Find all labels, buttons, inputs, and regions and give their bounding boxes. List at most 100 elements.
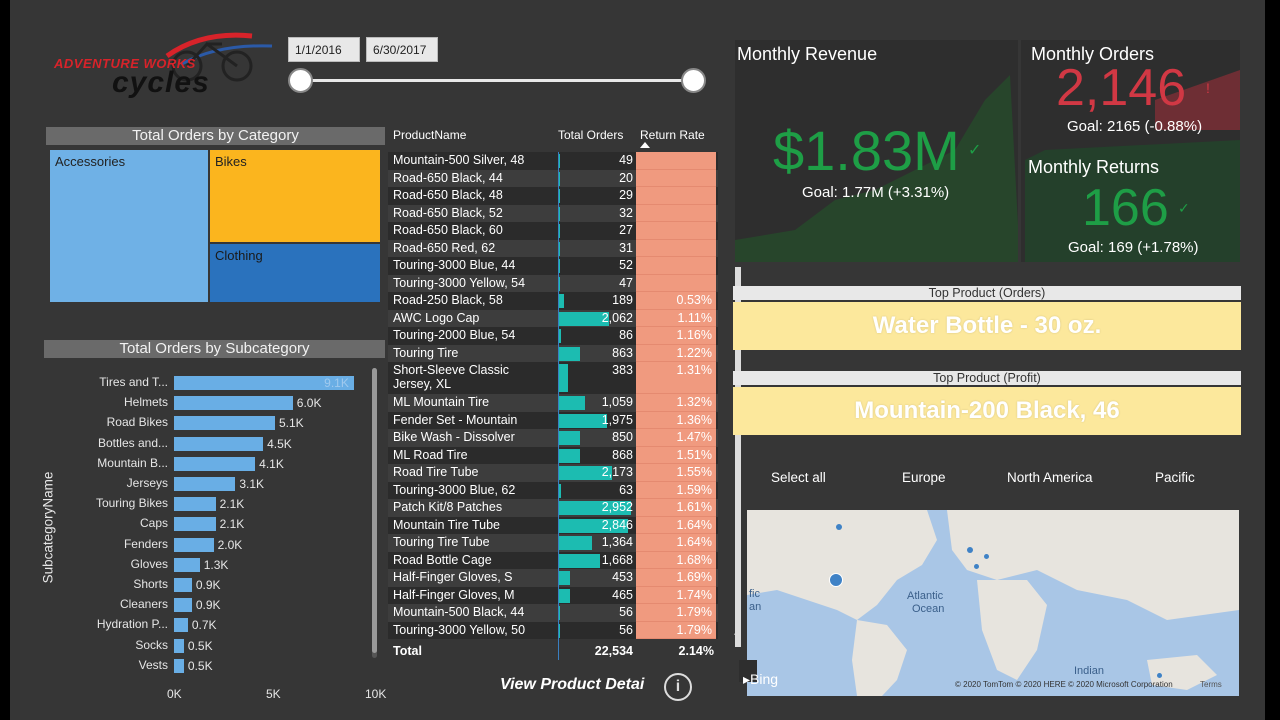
return-rate-cell: 1.61%	[636, 499, 716, 517]
bar[interactable]	[174, 396, 293, 411]
top-product-orders-card: Water Bottle - 30 oz.	[733, 302, 1241, 350]
map-bubble-australia[interactable]	[1157, 673, 1162, 678]
bar[interactable]	[174, 618, 188, 633]
col-header-total-orders[interactable]: Total Orders	[558, 128, 623, 142]
col-header-return-rate[interactable]: Return Rate	[640, 128, 705, 142]
date-range-slider-track[interactable]	[300, 79, 695, 82]
table-row[interactable]: Half-Finger Gloves, S 453 1.69%	[388, 569, 718, 587]
map-bubble-france[interactable]	[974, 564, 979, 569]
map-bubble-north-america[interactable]	[829, 573, 843, 587]
bar-category-label: Hydration P...	[96, 617, 168, 632]
bar[interactable]	[174, 517, 216, 532]
region-pacific[interactable]: Pacific	[1155, 470, 1195, 485]
return-rate-cell: 1.74%	[636, 586, 716, 604]
bar[interactable]	[174, 416, 275, 431]
table-row[interactable]: Fender Set - Mountain 1,975 1.36%	[388, 411, 718, 429]
monthly-orders-value: 2,146	[1056, 59, 1187, 117]
product-name: Touring Tire	[393, 345, 459, 360]
view-product-detail-button[interactable]: View Product Detai	[500, 676, 644, 694]
table-row[interactable]: Touring-3000 Yellow, 54 47	[388, 274, 718, 292]
total-orders-cell: 453	[612, 570, 633, 584]
table-row[interactable]: Road Bottle Cage 1,668 1.68%	[388, 551, 718, 569]
table-row[interactable]: Road-650 Black, 60 27	[388, 222, 718, 240]
map-label-ocean-fragment: an	[749, 601, 762, 613]
table-row[interactable]: Touring-3000 Blue, 44 52	[388, 257, 718, 275]
region-select-all[interactable]: Select all	[771, 470, 826, 485]
bar[interactable]	[174, 638, 184, 653]
bar[interactable]	[174, 436, 264, 451]
table-row[interactable]: Road-650 Black, 52 32	[388, 204, 718, 222]
map-terms-link[interactable]: Terms	[1200, 680, 1222, 689]
product-name: Road Bottle Cage	[393, 552, 492, 567]
subcategory-chart-title: Total Orders by Subcategory	[44, 340, 385, 358]
product-name: Fender Set - Mountain	[393, 412, 518, 427]
return-rate-cell: 1.47%	[636, 429, 716, 447]
table-row[interactable]: Touring-3000 Blue, 62 63 1.59%	[388, 481, 718, 499]
treemap-tile-bikes[interactable]: Bikes	[210, 150, 380, 242]
map-bubble-germany[interactable]	[984, 554, 989, 559]
table-row[interactable]: Touring Tire 863 1.22%	[388, 344, 718, 362]
table-row[interactable]: Road-650 Red, 62 31	[388, 239, 718, 257]
product-name: Mountain Tire Tube	[393, 517, 501, 532]
return-rate-cell: 1.32%	[636, 394, 716, 412]
map-label-indian: Indian	[1074, 665, 1104, 677]
total-orders-cell: 863	[612, 345, 633, 360]
orders-data-bar	[559, 536, 593, 550]
table-row[interactable]: Touring-3000 Yellow, 50 56 1.79%	[388, 621, 718, 639]
return-rate-cell: 1.31%	[636, 362, 716, 394]
table-row[interactable]: Patch Kit/8 Patches 2,952 1.61%	[388, 499, 718, 517]
bar[interactable]	[174, 557, 200, 572]
scroll-down-icon[interactable]: ⌄	[732, 628, 740, 639]
map-bubble-canada[interactable]	[836, 524, 842, 530]
bar[interactable]	[174, 598, 192, 613]
orders-map[interactable]: Atlantic Ocean Indian fic an © 2020 TomT…	[747, 510, 1239, 696]
date-slider-end-handle[interactable]	[681, 68, 706, 93]
table-row[interactable]: Mountain Tire Tube 2,846 1.64%	[388, 516, 718, 534]
table-row[interactable]: Mountain-500 Black, 44 56 1.79%	[388, 604, 718, 622]
bar[interactable]	[174, 658, 184, 673]
region-europe[interactable]: Europe	[902, 470, 946, 485]
bar[interactable]	[174, 477, 236, 491]
table-row[interactable]: Touring Tire Tube 1,364 1.64%	[388, 534, 718, 552]
table-row[interactable]: Mountain-500 Silver, 48 49	[388, 152, 718, 170]
bar[interactable]	[174, 578, 192, 592]
date-slider-start-handle[interactable]	[288, 68, 313, 93]
bar[interactable]	[174, 537, 214, 552]
start-date-input[interactable]: 1/1/2016	[288, 37, 360, 62]
bar[interactable]	[174, 497, 216, 512]
table-row[interactable]: Half-Finger Gloves, M 465 1.74%	[388, 586, 718, 604]
total-orders-cell: 465	[612, 587, 633, 602]
table-row[interactable]: Short-Sleeve Classic Jersey, XL 383 1.31%	[388, 362, 718, 394]
table-row[interactable]: Road Tire Tube 2,173 1.55%	[388, 464, 718, 482]
table-row[interactable]: AWC Logo Cap 2,062 1.11%	[388, 309, 718, 327]
table-row[interactable]: Road-650 Black, 44 20	[388, 169, 718, 187]
info-icon[interactable]: i	[664, 673, 692, 701]
end-date-input[interactable]: 6/30/2017	[366, 37, 438, 62]
region-north-america[interactable]: North America	[1007, 470, 1093, 485]
map-bubble-uk[interactable]	[967, 547, 973, 553]
orders-data-bar	[559, 206, 560, 221]
bar[interactable]	[174, 456, 256, 471]
table-row[interactable]: Bike Wash - Dissolver 850 1.47%	[388, 429, 718, 447]
table-row[interactable]: ML Mountain Tire 1,059 1.32%	[388, 394, 718, 412]
table-row[interactable]: Touring-2000 Blue, 54 86 1.16%	[388, 327, 718, 345]
product-name: Road-650 Red, 62	[393, 240, 496, 255]
subcategory-bar-chart: Tires and T... 9.1K Helmets 6.0K Road Bikes 5…	[48, 365, 388, 705]
chart-scrollbar[interactable]	[372, 368, 377, 658]
bar-value-label: 4.1K	[259, 456, 284, 471]
col-header-productname[interactable]: ProductName	[393, 128, 466, 142]
table-row[interactable]: ML Road Tire 868 1.51%	[388, 446, 718, 464]
x-axis-tick-label: 10K	[365, 687, 387, 701]
treemap-tile-clothing[interactable]: Clothing	[210, 244, 380, 302]
treemap-tile-accessories[interactable]: Accessories	[50, 150, 208, 302]
total-label: Total	[393, 644, 422, 658]
orders-alert-icon: !	[1206, 80, 1210, 96]
category-treemap-title: Total Orders by Category	[46, 127, 385, 145]
table-row[interactable]: Road-250 Black, 58 189 0.53%	[388, 292, 718, 310]
total-orders-cell: 850	[612, 430, 633, 444]
orders-data-bar	[559, 189, 560, 203]
orders-data-bar	[559, 329, 562, 343]
table-row[interactable]: Road-650 Black, 48 29	[388, 187, 718, 205]
total-orders-cell: 1,668	[601, 552, 633, 567]
product-name: Mountain-500 Silver, 48	[393, 153, 525, 167]
